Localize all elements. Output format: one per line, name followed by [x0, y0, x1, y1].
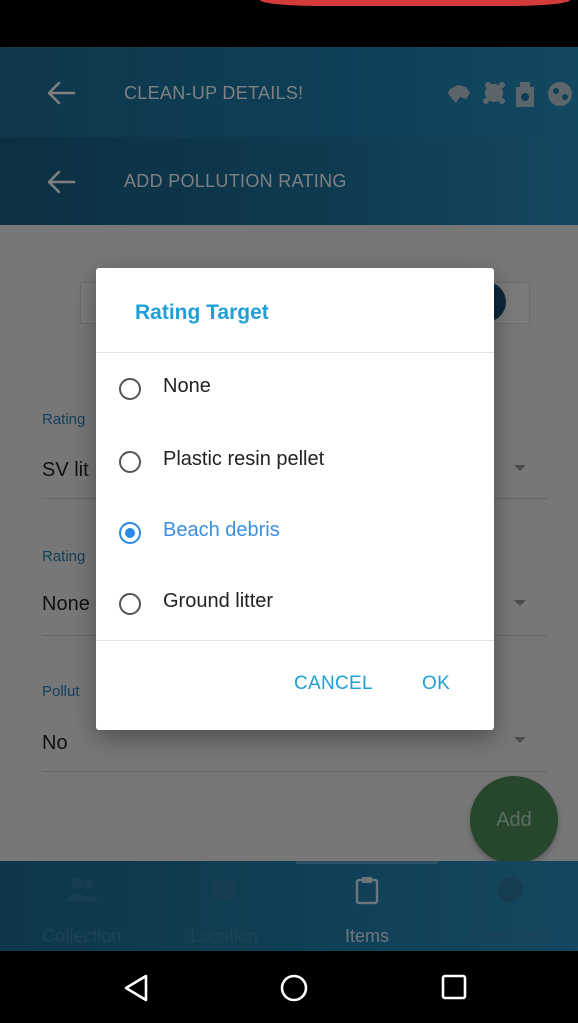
back-triangle-icon[interactable] — [122, 973, 150, 1003]
option-ground-litter[interactable]: Ground litter — [96, 569, 494, 639]
system-nav-bar — [0, 951, 578, 1023]
top-accent-shape — [260, 0, 570, 6]
option-label: Plastic resin pellet — [163, 448, 325, 470]
option-label: None — [163, 375, 211, 397]
rating-target-dialog: Rating Target None Plastic resin pellet … — [96, 268, 494, 730]
cancel-button[interactable]: CANCEL — [294, 673, 373, 695]
dialog-divider — [96, 640, 494, 641]
recents-square-icon[interactable] — [440, 973, 468, 1001]
option-label: Beach debris — [163, 519, 280, 541]
home-circle-icon[interactable] — [279, 973, 309, 1003]
option-beach-debris[interactable]: Beach debris — [96, 498, 494, 568]
ok-button[interactable]: OK — [422, 673, 450, 695]
radio-unchecked-icon[interactable] — [119, 378, 141, 400]
option-none[interactable]: None — [96, 354, 494, 424]
dialog-divider — [96, 352, 494, 353]
radio-unchecked-icon[interactable] — [119, 593, 141, 615]
dialog-title: Rating Target — [135, 301, 269, 324]
status-bar — [0, 0, 578, 47]
radio-unchecked-icon[interactable] — [119, 451, 141, 473]
option-label: Ground litter — [163, 590, 274, 612]
radio-checked-icon[interactable] — [119, 522, 141, 544]
option-plastic-resin-pellet[interactable]: Plastic resin pellet — [96, 427, 494, 497]
